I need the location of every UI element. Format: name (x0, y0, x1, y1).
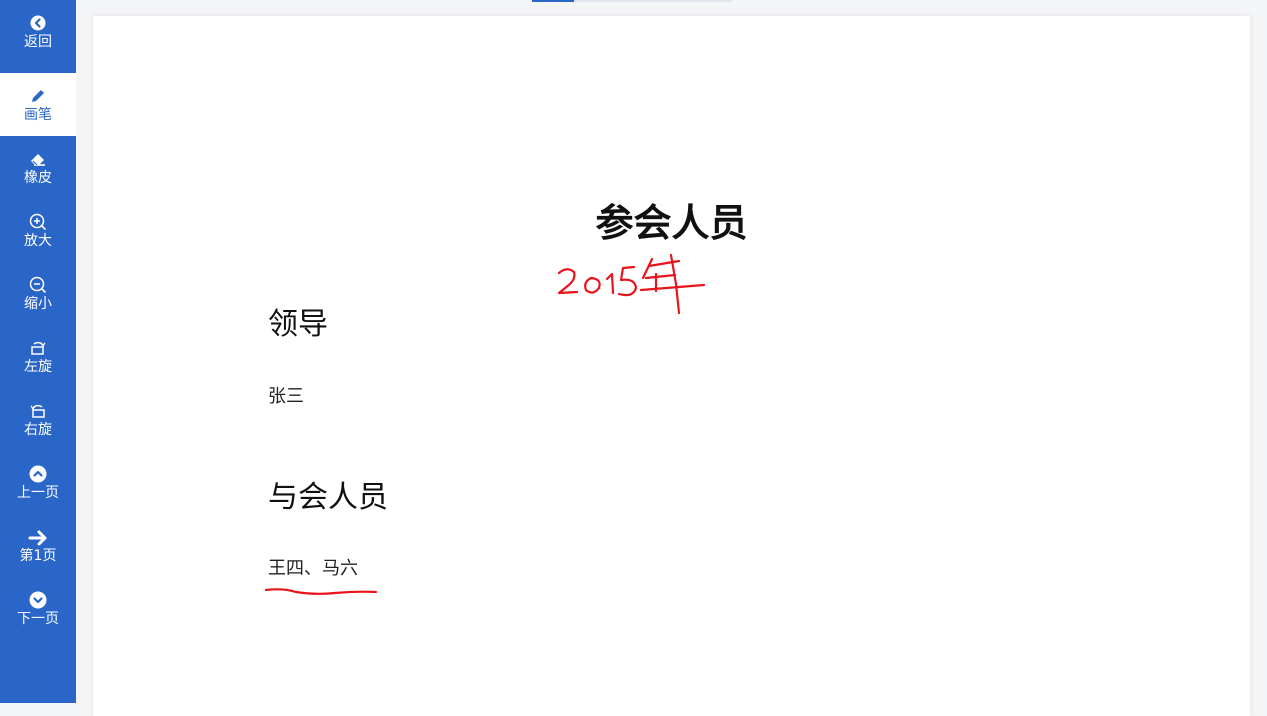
toolbar-sidebar: 返回 画笔 橡皮 放大 缩小 左旋 右旋 上一页 第1页 下一页 (0, 0, 76, 703)
section-text-attendees: 王四、马六 (268, 558, 358, 579)
eraser-icon (31, 154, 45, 166)
document-page[interactable]: 参会人员 领导 张三 与会人员 王四、马六 (93, 16, 1250, 716)
page-number-label: 第1页 (19, 548, 57, 564)
next-page-button[interactable]: 下一页 (0, 577, 76, 640)
page-number-button[interactable]: 第1页 (0, 514, 76, 577)
handwritten-year-annotation (557, 253, 706, 315)
tool-label: 下一页 (17, 611, 59, 627)
prev-page-button[interactable]: 上一页 (0, 451, 76, 514)
document-title: 参会人员 (595, 201, 748, 245)
rotate-right-button[interactable]: 右旋 (0, 388, 76, 451)
back-circle-icon (30, 15, 46, 31)
zoom-out-button[interactable]: 缩小 (0, 262, 76, 325)
handwritten-underline-annotation (264, 588, 378, 595)
rotate-left-button[interactable]: 左旋 (0, 325, 76, 388)
tool-label: 缩小 (24, 296, 52, 312)
tool-label: 橡皮 (24, 170, 52, 186)
chevron-down-circle-icon (29, 591, 47, 609)
zoom-in-icon (29, 213, 46, 230)
back-button[interactable]: 返回 (0, 0, 76, 63)
tool-label: 放大 (24, 233, 52, 249)
arrow-right-icon (28, 530, 47, 546)
section-heading-leaders: 领导 (268, 307, 328, 342)
tool-label: 上一页 (17, 485, 59, 501)
rotate-right-icon (30, 404, 45, 418)
page-indicator-thumb (532, 0, 574, 2)
zoom-out-icon (29, 276, 46, 293)
chevron-up-circle-icon (29, 465, 47, 483)
tool-label: 左旋 (24, 359, 52, 375)
pencil-button[interactable]: 画笔 (0, 73, 76, 136)
section-heading-attendees: 与会人员 (268, 480, 388, 515)
ink-annotations (264, 253, 706, 595)
zoom-in-button[interactable]: 放大 (0, 199, 76, 262)
eraser-button[interactable]: 橡皮 (0, 136, 76, 199)
section-text-leaders: 张三 (268, 386, 304, 407)
tool-label: 返回 (24, 34, 52, 50)
tool-label: 画笔 (24, 107, 52, 123)
rotate-left-icon (31, 341, 46, 355)
pencil-icon (32, 90, 44, 102)
tool-label: 右旋 (24, 422, 52, 438)
